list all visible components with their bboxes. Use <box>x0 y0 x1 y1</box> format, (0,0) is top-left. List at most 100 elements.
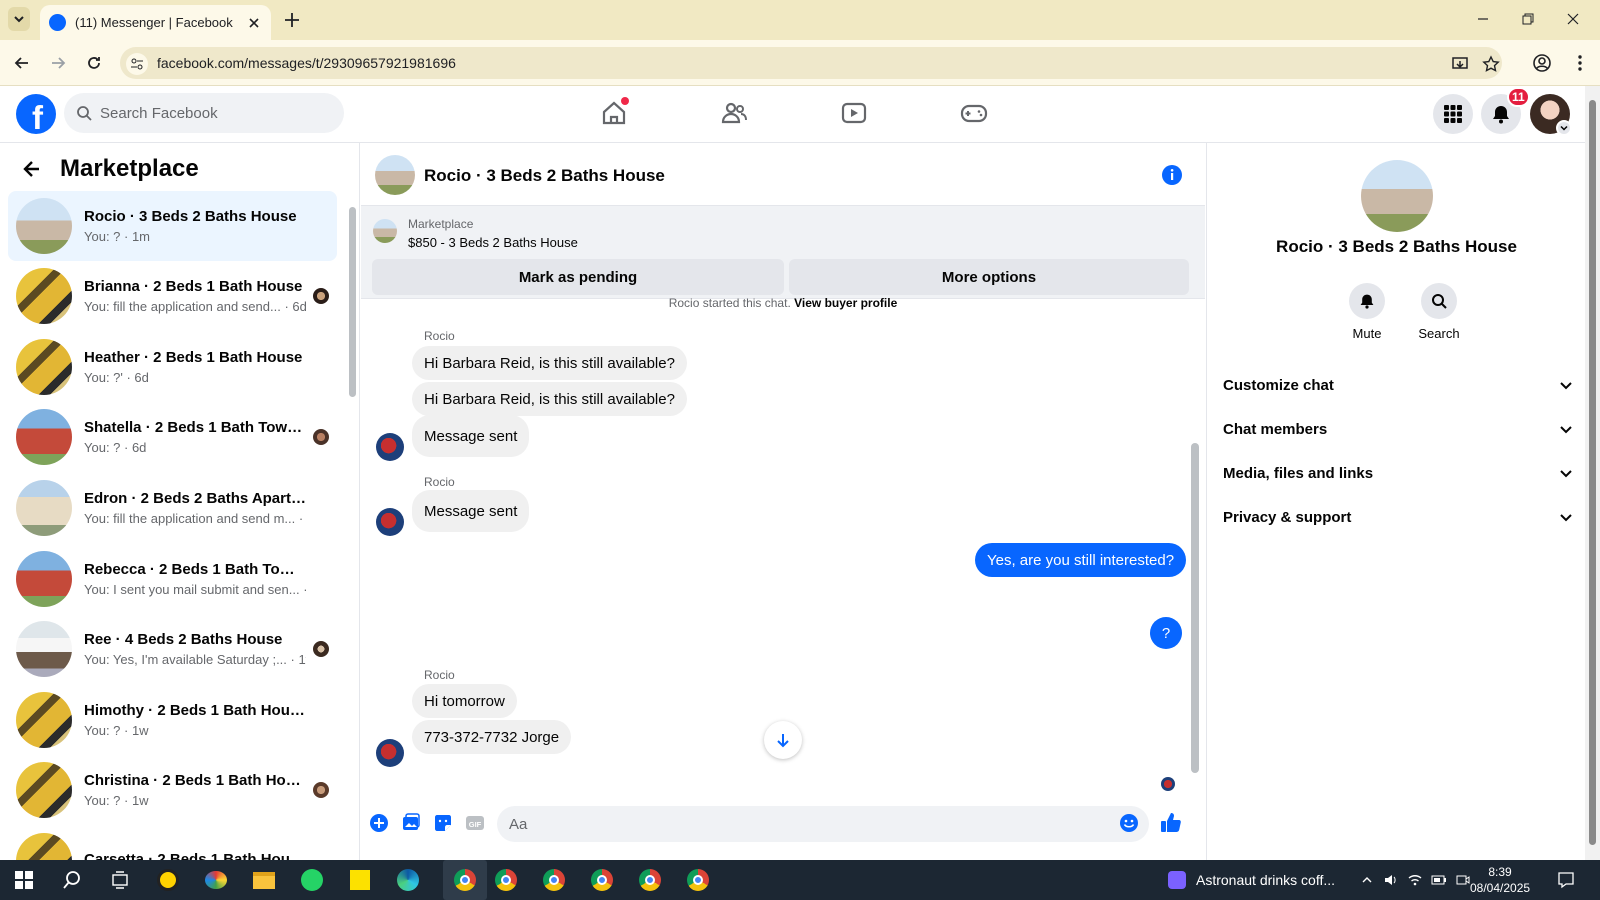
customize-chat-section[interactable]: Customize chat <box>1223 363 1573 407</box>
conversation-item[interactable]: Christina · 2 Beds 1 Bath House You: ? · … <box>8 755 337 825</box>
mark-as-pending-button[interactable]: Mark as pending <box>372 259 784 295</box>
info-icon[interactable] <box>1161 164 1183 186</box>
browser-tab[interactable]: (11) Messenger | Facebook <box>40 5 271 40</box>
chat-list-scrollbar[interactable] <box>349 197 357 857</box>
chrome-taskbar-icon[interactable] <box>684 866 712 894</box>
plus-circle-icon[interactable] <box>369 813 389 833</box>
file-explorer-icon[interactable] <box>250 866 278 894</box>
profile-icon[interactable] <box>1532 53 1552 73</box>
listing-thumbnail[interactable] <box>375 155 415 195</box>
chat-info-panel: Rocio · 3 Beds 2 Baths House Mute Search… <box>1206 143 1585 860</box>
chrome-taskbar-icon[interactable] <box>540 866 568 894</box>
norton-app-icon[interactable] <box>154 866 182 894</box>
mute-action[interactable]: Mute <box>1332 283 1402 341</box>
sender-avatar[interactable] <box>376 739 404 767</box>
site-settings-icon[interactable] <box>126 53 148 75</box>
scrollbar-thumb[interactable] <box>349 207 356 397</box>
gaming-icon[interactable] <box>960 99 988 127</box>
scroll-to-bottom-button[interactable] <box>764 721 802 759</box>
video-icon[interactable] <box>840 99 868 127</box>
menu-kebab-icon[interactable] <box>1570 53 1590 73</box>
back-arrow-icon[interactable] <box>22 159 42 179</box>
chevron-down-icon <box>1560 382 1572 390</box>
more-options-button[interactable]: More options <box>789 259 1189 295</box>
omnibox[interactable]: facebook.com/messages/t/2930965792198169… <box>120 47 1502 79</box>
battery-icon[interactable] <box>1431 872 1447 888</box>
bell-icon <box>1493 106 1509 124</box>
conversation-item[interactable]: Ree · 4 Beds 2 Baths House You: Yes, I'm … <box>8 614 337 684</box>
conversation-item[interactable]: Edron · 2 Beds 2 Baths Apartme... You: fi… <box>8 473 337 543</box>
new-tab-icon[interactable] <box>282 10 302 30</box>
bell-icon <box>1360 294 1374 309</box>
facebook-logo-icon[interactable]: f <box>16 94 56 136</box>
chrome-taskbar-icon[interactable] <box>492 866 520 894</box>
message-input[interactable]: Aa <box>497 806 1149 842</box>
search-icon[interactable] <box>58 866 86 894</box>
paint-app-icon[interactable] <box>202 866 230 894</box>
tray-icons <box>1361 860 1471 900</box>
task-view-icon[interactable] <box>106 866 134 894</box>
chrome-taskbar-icon[interactable] <box>636 866 664 894</box>
gif-icon[interactable]: GIF <box>465 813 485 833</box>
emoji-icon[interactable] <box>1119 813 1139 833</box>
install-app-icon[interactable] <box>1451 55 1469 73</box>
friends-icon[interactable] <box>720 99 748 127</box>
conversation-item[interactable]: Himothy · 2 Beds 1 Bath House You: ? · 1w <box>8 685 337 755</box>
forward-arrow-icon[interactable] <box>48 53 68 73</box>
listing-price-title[interactable]: $850 - 3 Beds 2 Baths House <box>408 235 578 250</box>
mute-label: Mute <box>1352 326 1382 341</box>
conversation-item[interactable]: Rebecca · 2 Beds 1 Bath Townho... You: I … <box>8 544 337 614</box>
conversation-item[interactable]: Brianna · 2 Beds 1 Bath House You: fill t… <box>8 261 337 331</box>
conversation-item[interactable]: Carsetta · 2 Beds 1 Bath House <box>8 826 337 860</box>
conversation-name: Rebecca · 2 Beds 1 Bath Townho... <box>84 561 306 578</box>
chevron-up-icon[interactable] <box>1361 874 1373 886</box>
message-bubble: Hi Barbara Reid, is this still available… <box>412 382 687 416</box>
back-arrow-icon[interactable] <box>12 53 32 73</box>
facebook-search-input[interactable]: Search Facebook <box>64 93 344 133</box>
listing-thumbnail <box>16 762 72 818</box>
close-window-icon[interactable] <box>1566 12 1580 26</box>
windows-start-icon[interactable] <box>10 866 38 894</box>
listing-thumbnail <box>16 339 72 395</box>
search-action[interactable]: Search <box>1404 283 1474 341</box>
photo-icon[interactable] <box>401 813 421 833</box>
sender-avatar[interactable] <box>376 508 404 536</box>
reload-icon[interactable] <box>84 53 104 73</box>
listing-photo[interactable] <box>1361 160 1433 232</box>
volume-icon[interactable] <box>1383 872 1399 888</box>
sender-avatar[interactable] <box>376 433 404 461</box>
edge-icon[interactable] <box>394 866 422 894</box>
conversation-item[interactable]: Shatella · 2 Beds 1 Bath Townh... You: ? … <box>8 402 337 472</box>
media-widget[interactable]: Astronaut drinks coff... <box>1168 860 1335 900</box>
tab-search-button[interactable] <box>8 7 30 31</box>
search-icon <box>1432 294 1447 309</box>
thumbs-up-icon[interactable] <box>1159 811 1183 835</box>
chat-members-section[interactable]: Chat members <box>1223 407 1573 451</box>
bookmark-star-icon[interactable] <box>1482 55 1500 73</box>
restore-icon[interactable] <box>1521 12 1535 26</box>
chrome-taskbar-icon-active[interactable] <box>443 860 487 900</box>
messages-scrollbar[interactable] <box>1191 443 1199 773</box>
close-tab-icon[interactable] <box>246 15 262 31</box>
chrome-taskbar-icon[interactable] <box>588 866 616 894</box>
conversation-item[interactable]: Rocio · 3 Beds 2 Baths House You: ? · 1m <box>8 191 337 261</box>
scrollbar-thumb[interactable] <box>1589 100 1596 845</box>
chevron-down-icon <box>1556 120 1572 136</box>
page-scrollbar[interactable] <box>1585 86 1600 860</box>
notification-center-icon[interactable] <box>1557 871 1575 889</box>
view-buyer-profile-link[interactable]: View buyer profile <box>794 296 897 310</box>
menu-grid-button[interactable] <box>1433 94 1473 134</box>
privacy-support-section[interactable]: Privacy & support <box>1223 495 1573 539</box>
conversation-name: Himothy · 2 Beds 1 Bath House <box>84 702 306 719</box>
whatsapp-icon[interactable] <box>298 866 326 894</box>
minimize-icon[interactable] <box>1476 12 1490 26</box>
sticky-notes-icon[interactable] <box>346 866 374 894</box>
meet-now-icon[interactable] <box>1455 872 1471 888</box>
conversation-item[interactable]: Heather · 2 Beds 1 Bath House You: ?' · 6… <box>8 332 337 402</box>
account-avatar[interactable] <box>1530 94 1572 136</box>
system-clock[interactable]: 8:39 08/04/2025 <box>1470 864 1530 896</box>
chat-title[interactable]: Rocio · 3 Beds 2 Baths House <box>424 166 665 186</box>
sticker-icon[interactable] <box>433 813 453 833</box>
media-files-links-section[interactable]: Media, files and links <box>1223 451 1573 495</box>
wifi-icon[interactable] <box>1407 872 1423 888</box>
